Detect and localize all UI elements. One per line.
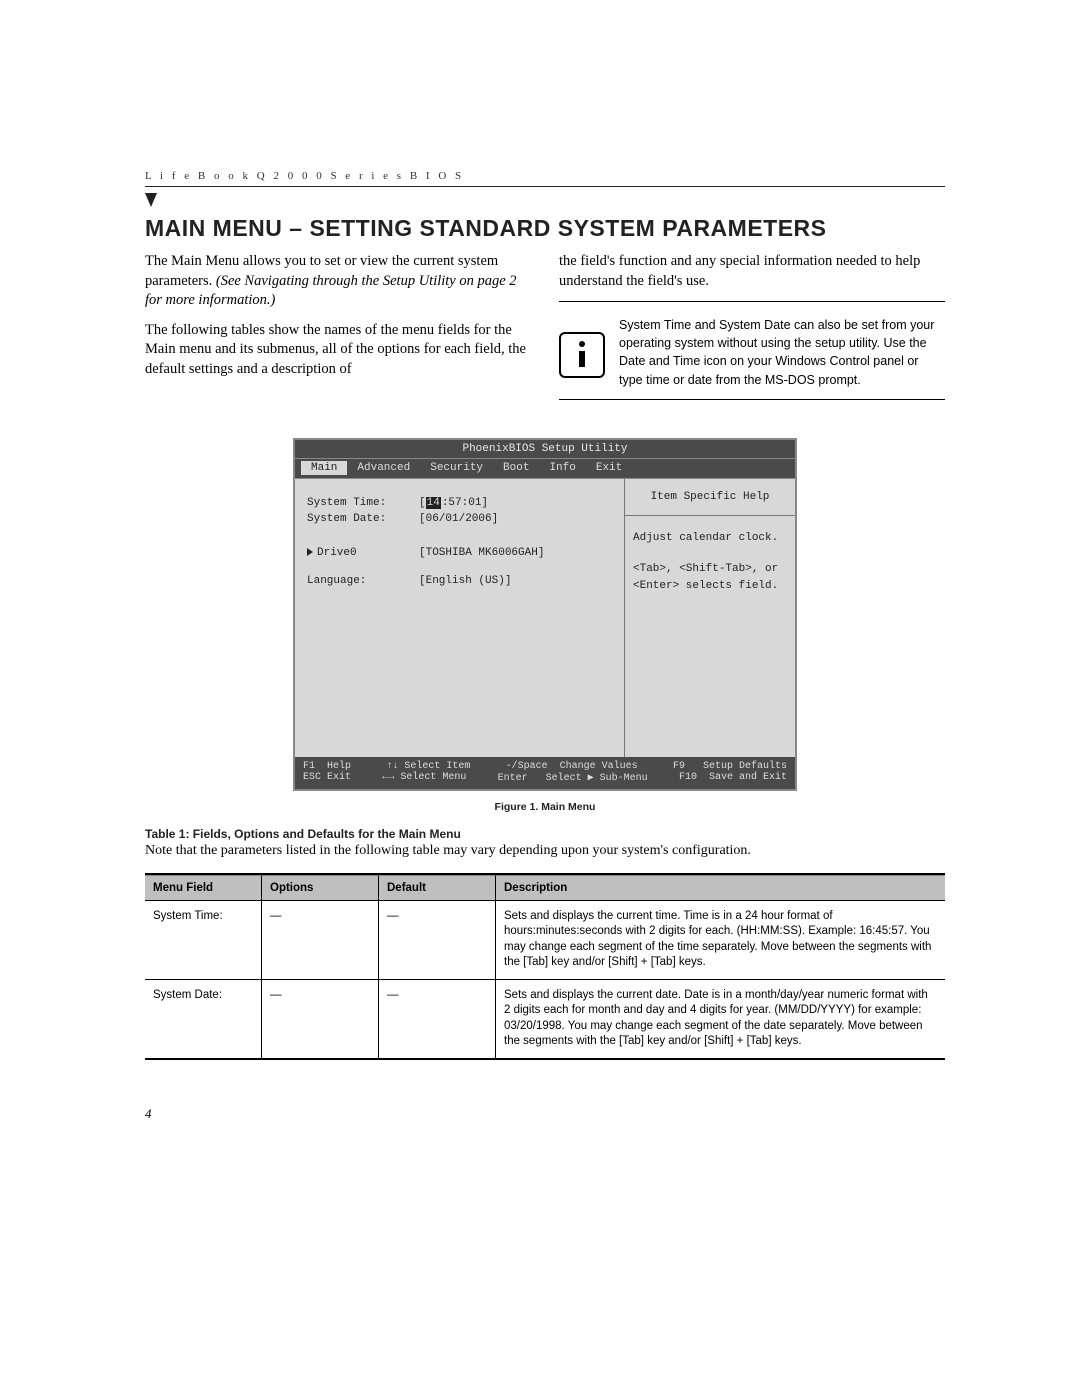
- cell-menu-field: System Date:: [145, 980, 262, 1058]
- intro-paragraph-1: The Main Menu allows you to set or view …: [145, 252, 531, 311]
- bios-drive-label-text: Drive0: [317, 547, 357, 559]
- bios-footer-change-values: -/Space Change Values: [506, 761, 638, 772]
- header-rule: [145, 186, 945, 187]
- bios-time-bracket: [: [419, 497, 426, 509]
- bios-row-date: System Date: [06/01/2006]: [307, 513, 612, 525]
- triangle-right-icon: [307, 548, 313, 556]
- bios-footer-f9: F9 Setup Defaults: [673, 761, 787, 772]
- table-caption: Table 1: Fields, Options and Defaults fo…: [145, 827, 945, 841]
- bios-time-label: System Time:: [307, 497, 419, 509]
- intro-paragraph-2: The following tables show the names of t…: [145, 321, 531, 380]
- bios-date-label: System Date:: [307, 513, 419, 525]
- bios-help-title: Item Specific Help: [625, 479, 795, 516]
- cell-default: —: [379, 980, 496, 1058]
- th-description: Description: [496, 875, 945, 901]
- th-default: Default: [379, 875, 496, 901]
- bios-row-drive: Drive0 [TOSHIBA MK6006GAH]: [307, 547, 612, 559]
- bios-time-rest: :57:01]: [442, 497, 488, 509]
- left-column: The Main Menu allows you to set or view …: [145, 252, 531, 404]
- bios-title: PhoenixBIOS Setup Utility: [295, 440, 795, 459]
- cell-description: Sets and displays the current date. Date…: [496, 980, 945, 1058]
- bios-help-line1: Adjust calendar clock.: [633, 530, 787, 547]
- bios-screenshot: PhoenixBIOS Setup Utility Main Advanced …: [293, 438, 797, 791]
- bios-footer-f10: F10 Save and Exit: [679, 772, 787, 784]
- bios-menubar: Main Advanced Security Boot Info Exit: [295, 459, 795, 479]
- bios-help-body: Adjust calendar clock. <Tab>, <Shift-Tab…: [625, 516, 795, 609]
- bios-date-value: [06/01/2006]: [419, 513, 498, 525]
- fields-table: Menu Field Options Default Description S…: [145, 873, 945, 1060]
- bios-tab-info: Info: [539, 461, 585, 475]
- bios-main-panel: System Time: [14:57:01] System Date: [06…: [295, 479, 625, 757]
- bios-tab-boot: Boot: [493, 461, 539, 475]
- cell-menu-field: System Time:: [145, 901, 262, 980]
- bios-tab-main: Main: [301, 461, 347, 475]
- bios-help-panel: Item Specific Help Adjust calendar clock…: [625, 479, 795, 757]
- bios-row-language: Language: [English (US)]: [307, 575, 612, 587]
- page-number: 4: [145, 1106, 152, 1122]
- table-note: Note that the parameters listed in the f…: [145, 843, 945, 859]
- bios-drive-value: [TOSHIBA MK6006GAH]: [419, 547, 544, 559]
- bios-footer-select-item: ↑↓ Select Item: [386, 761, 470, 772]
- info-icon: [559, 332, 605, 378]
- info-separator-bottom: [559, 399, 945, 400]
- bios-row-time: System Time: [14:57:01]: [307, 497, 612, 509]
- cell-description: Sets and displays the current time. Time…: [496, 901, 945, 980]
- right-column: the field's function and any special inf…: [559, 252, 945, 404]
- info-text: System Time and System Date can also be …: [619, 316, 945, 389]
- bios-language-label: Language:: [307, 575, 419, 587]
- th-menu-field: Menu Field: [145, 875, 262, 901]
- bios-body: System Time: [14:57:01] System Date: [06…: [295, 479, 795, 757]
- bios-time-value: [14:57:01]: [419, 497, 488, 509]
- figure-caption: Figure 1. Main Menu: [145, 801, 945, 813]
- intro-paragraph-right: the field's function and any special inf…: [559, 252, 945, 291]
- bios-time-cursor-segment: 14: [426, 497, 441, 509]
- cell-options: —: [262, 901, 379, 980]
- bios-help-line2: <Tab>, <Shift-Tab>, or <Enter> selects f…: [633, 561, 787, 595]
- bios-footer-esc: ESC Exit: [303, 772, 351, 784]
- running-header: L i f e B o o k Q 2 0 0 0 S e r i e s B …: [145, 170, 945, 182]
- th-options: Options: [262, 875, 379, 901]
- table-row: System Date: — — Sets and displays the c…: [145, 980, 945, 1058]
- bios-tab-security: Security: [420, 461, 493, 475]
- header-wedge-icon: [145, 193, 157, 207]
- bios-tab-exit: Exit: [586, 461, 632, 475]
- bios-footer-f1: F1 Help: [303, 761, 351, 772]
- bios-tab-advanced: Advanced: [347, 461, 420, 475]
- bios-drive-label: Drive0: [307, 547, 419, 559]
- info-separator-top: [559, 301, 945, 302]
- page-title: MAIN MENU – SETTING STANDARD SYSTEM PARA…: [145, 215, 945, 242]
- bios-language-value: [English (US)]: [419, 575, 511, 587]
- table-row: System Time: — — Sets and displays the c…: [145, 901, 945, 980]
- bios-footer-select-menu: ←→ Select Menu: [382, 772, 466, 784]
- bios-footer-enter: Enter Select ▶ Sub-Menu: [498, 772, 648, 784]
- bios-footer: F1 Help ↑↓ Select Item -/Space Change Va…: [295, 757, 795, 789]
- cell-options: —: [262, 980, 379, 1058]
- info-box: System Time and System Date can also be …: [559, 316, 945, 389]
- cell-default: —: [379, 901, 496, 980]
